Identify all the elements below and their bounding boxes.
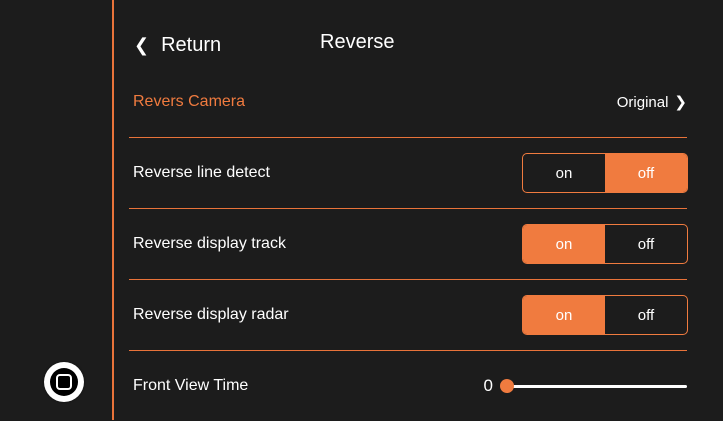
toggle-on-option[interactable]: on — [523, 296, 605, 334]
home-icon — [50, 368, 78, 396]
chevron-left-icon: ❮ — [134, 34, 150, 55]
front-view-slider-group: 0 — [484, 376, 687, 396]
setting-row-front-view: Front View Time 0 — [129, 351, 687, 421]
return-button[interactable]: ❮ Return — [134, 30, 221, 60]
setting-label: Front View Time — [133, 377, 249, 394]
chevron-right-icon: ❯ — [674, 94, 687, 111]
toggle-off-option[interactable]: off — [605, 296, 687, 334]
toggle-on-option[interactable]: on — [523, 225, 605, 263]
slider-value: 0 — [483, 376, 493, 395]
front-view-slider[interactable] — [500, 378, 687, 393]
toggle-on-option[interactable]: on — [523, 154, 605, 192]
main-panel: ❮ Return Reverse Revers Camera Original … — [114, 0, 723, 420]
left-sidebar — [0, 0, 112, 420]
return-label: Return — [161, 33, 222, 56]
toggle-line-detect: on off — [522, 153, 688, 193]
setting-row-display-radar: Reverse display radar on off — [129, 280, 688, 351]
setting-label: Reverse display track — [133, 235, 286, 252]
toggle-off-option[interactable]: off — [605, 225, 687, 263]
setting-label: Reverse line detect — [133, 164, 270, 181]
page-title: Reverse — [320, 31, 395, 53]
camera-row-label: Revers Camera — [133, 93, 246, 110]
setting-row-display-track: Reverse display track on off — [129, 209, 688, 280]
toggle-display-track: on off — [522, 224, 688, 264]
camera-row[interactable]: Revers Camera Original ❯ — [129, 67, 687, 138]
camera-value[interactable]: Original ❯ — [616, 93, 687, 112]
setting-label: Reverse display radar — [133, 306, 289, 323]
camera-value-text: Original — [616, 93, 669, 111]
toggle-off-option[interactable]: off — [605, 154, 687, 192]
slider-thumb[interactable] — [500, 378, 514, 393]
toggle-display-radar: on off — [522, 295, 688, 335]
home-button[interactable] — [44, 362, 84, 402]
setting-row-line-detect: Reverse line detect on off — [129, 138, 688, 209]
